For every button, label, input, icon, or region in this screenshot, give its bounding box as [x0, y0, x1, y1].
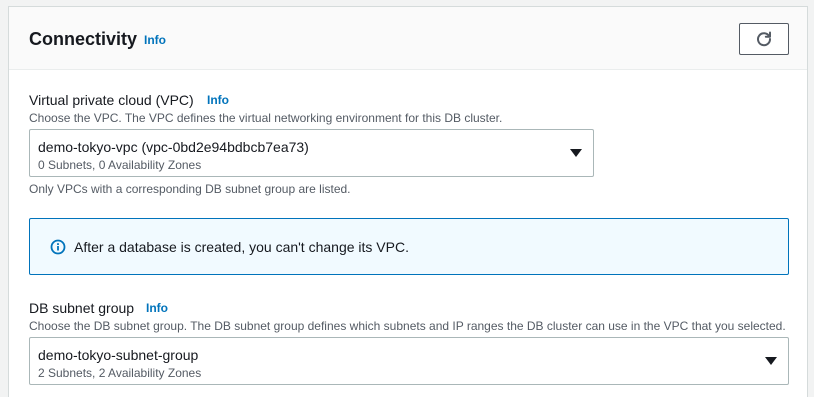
- subnet-group-description: Choose the DB subnet group. The DB subne…: [29, 319, 786, 333]
- panel-header: Connectivity Info: [9, 7, 807, 70]
- subnet-group-label: DB subnet group: [29, 300, 135, 316]
- alert-message: After a database is created, you can't c…: [74, 239, 409, 255]
- subnet-group-select[interactable]: demo-tokyo-subnet-group 2 Subnets, 2 Ava…: [29, 337, 789, 385]
- refresh-icon: [757, 31, 772, 47]
- connectivity-info-link[interactable]: Info: [144, 33, 166, 47]
- subnet-group-selected-detail: 2 Subnets, 2 Availability Zones: [38, 366, 202, 380]
- section-title: Connectivity: [29, 29, 138, 49]
- subnet-group-info-link[interactable]: Info: [146, 301, 168, 315]
- vpc-selected-value: demo-tokyo-vpc (vpc-0bd2e94bdbcb7ea73): [38, 139, 309, 155]
- subnet-group-selected-value: demo-tokyo-subnet-group: [38, 347, 199, 363]
- vpc-info-alert: After a database is created, you can't c…: [29, 218, 789, 275]
- vpc-constraint-text: Only VPCs with a corresponding DB subnet…: [29, 182, 351, 196]
- vpc-label: Virtual private cloud (VPC): [29, 92, 194, 108]
- caret-down-icon: [570, 149, 582, 157]
- info-circle-icon: [50, 239, 66, 255]
- vpc-selected-detail: 0 Subnets, 0 Availability Zones: [38, 158, 202, 172]
- vpc-info-link[interactable]: Info: [207, 93, 229, 107]
- vpc-select[interactable]: demo-tokyo-vpc (vpc-0bd2e94bdbcb7ea73) 0…: [29, 129, 594, 177]
- caret-down-icon: [765, 357, 777, 365]
- connectivity-panel: Connectivity Info Virtual private cloud …: [8, 6, 808, 397]
- refresh-button[interactable]: [739, 23, 789, 55]
- vpc-description: Choose the VPC. The VPC defines the virt…: [29, 111, 503, 125]
